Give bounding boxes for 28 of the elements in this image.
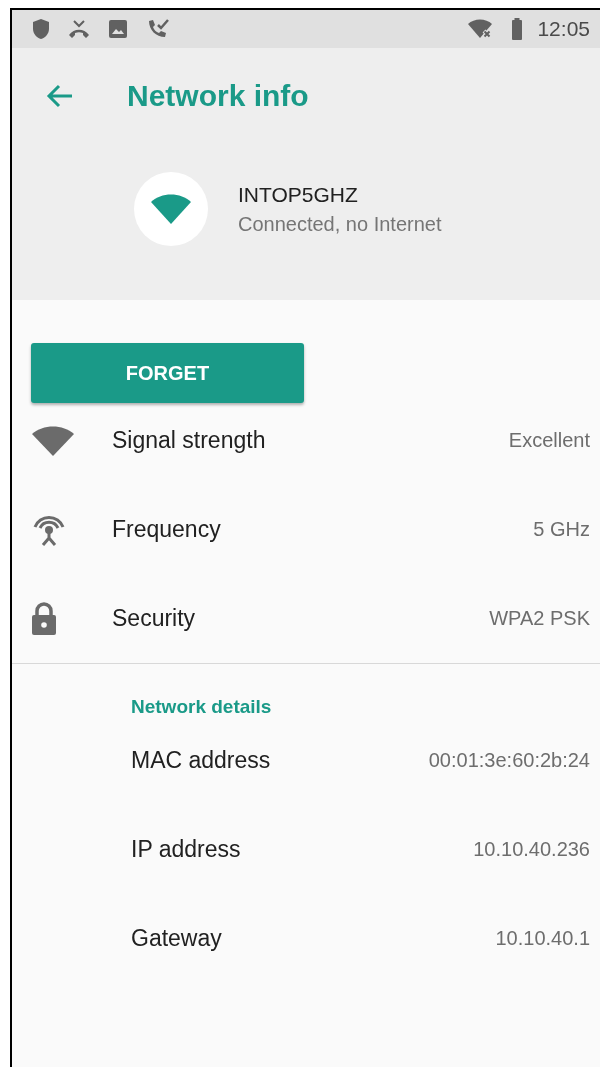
shield-icon <box>32 18 50 40</box>
lock-icon <box>31 601 57 636</box>
setting-value: 5 GHz <box>533 518 590 541</box>
section-heading: Network details <box>130 695 273 718</box>
wifi-off-icon <box>467 19 494 39</box>
setting-label: Frequency <box>112 516 222 543</box>
setting-label: Signal strength <box>112 427 267 454</box>
page-title: Network info <box>127 79 309 113</box>
wifi-signal-icon <box>31 425 75 456</box>
detail-label: Gateway <box>130 925 223 952</box>
setting-label: Security <box>112 605 197 632</box>
detail-value: 00:01:3e:60:2b:24 <box>428 749 590 772</box>
detail-value: 10.10.40.236 <box>473 838 590 861</box>
image-icon <box>108 19 128 39</box>
clock-time: 12:05 <box>537 17 590 41</box>
missed-call-icon <box>68 18 90 40</box>
setting-value: Excellent <box>508 429 590 452</box>
battery-icon <box>511 18 524 40</box>
network-name: INTOP5GHZ <box>238 182 359 207</box>
phone-check-icon <box>146 18 172 40</box>
wifi-icon <box>150 194 192 224</box>
forget-button[interactable]: FORGET <box>31 343 304 403</box>
detail-value: 10.10.40.1 <box>495 927 590 950</box>
connection-status: Connected, no Internet <box>238 212 442 236</box>
back-arrow-icon <box>46 84 74 108</box>
detail-label: MAC address <box>130 747 272 774</box>
detail-label: IP address <box>130 836 242 863</box>
setting-value: WPA2 PSK <box>489 607 590 630</box>
